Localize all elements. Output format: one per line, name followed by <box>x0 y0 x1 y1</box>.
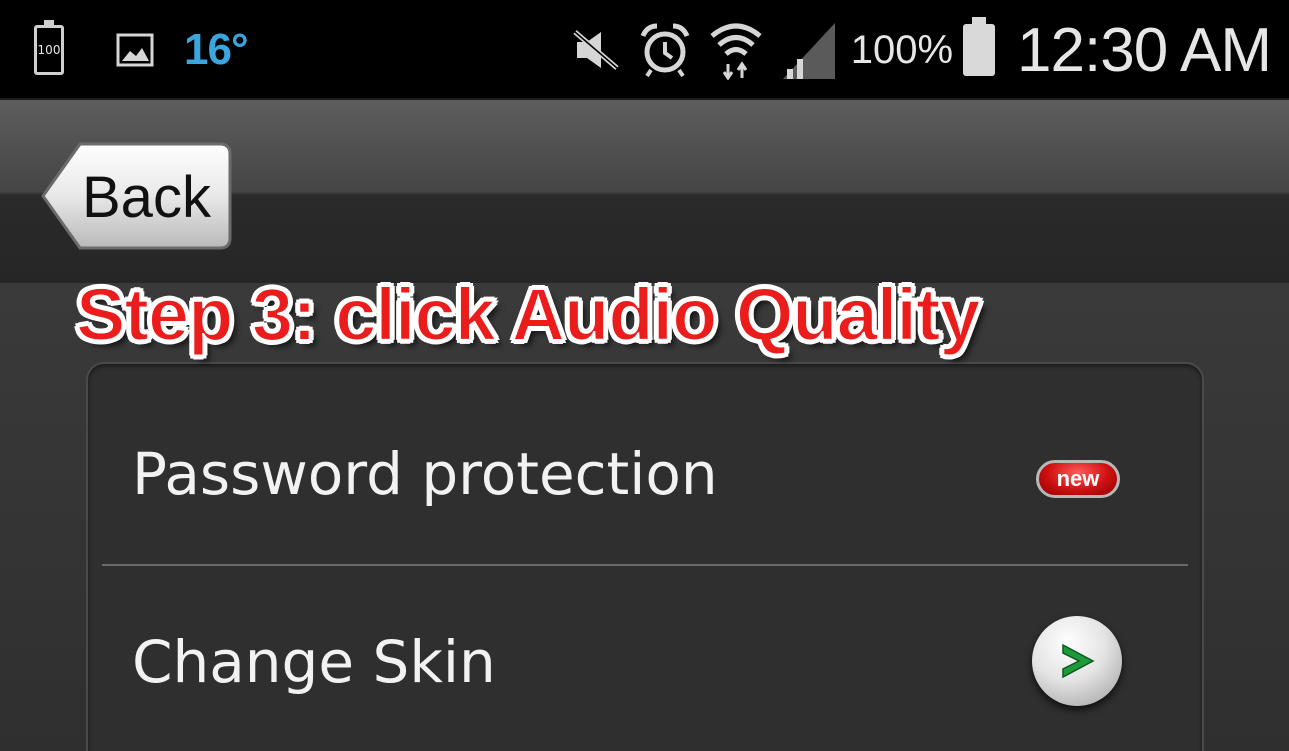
alarm-icon <box>640 23 690 78</box>
app-header: Back <box>0 98 1289 283</box>
temperature-readout: 16° <box>184 25 249 74</box>
back-button[interactable]: Back <box>40 140 232 251</box>
settings-item-label: Password protection <box>132 440 718 508</box>
status-bar-right: 100% 12:30 AM <box>553 12 1272 88</box>
settings-item-password-protection[interactable]: Password protection new <box>88 382 1202 572</box>
status-bar-left: 100 16° <box>34 20 249 80</box>
chevron-right-icon <box>1062 643 1095 679</box>
new-badge: new <box>1036 460 1120 498</box>
signal-icon <box>782 23 835 79</box>
gallery-icon <box>116 33 154 67</box>
battery-level-label: 100 <box>37 43 61 57</box>
chevron-button[interactable] <box>1032 616 1122 706</box>
wifi-icon <box>710 23 762 80</box>
battery-level-icon: 100 <box>34 20 64 75</box>
mute-icon <box>573 30 619 70</box>
settings-item-label: Change Skin <box>132 628 496 696</box>
back-button-label: Back <box>82 165 211 230</box>
clock: 12:30 AM <box>1017 15 1272 85</box>
status-bar: 100 16° 100% 12:30 AM <box>0 0 1289 98</box>
instruction-overlay: Step 3: click Audio Quality <box>75 272 982 357</box>
battery-percent: 100% <box>850 27 954 72</box>
settings-panel: Password protection new Change Skin <box>86 362 1204 751</box>
settings-item-change-skin[interactable]: Change Skin <box>88 570 1202 751</box>
battery-icon <box>963 17 996 76</box>
row-divider <box>102 564 1188 566</box>
